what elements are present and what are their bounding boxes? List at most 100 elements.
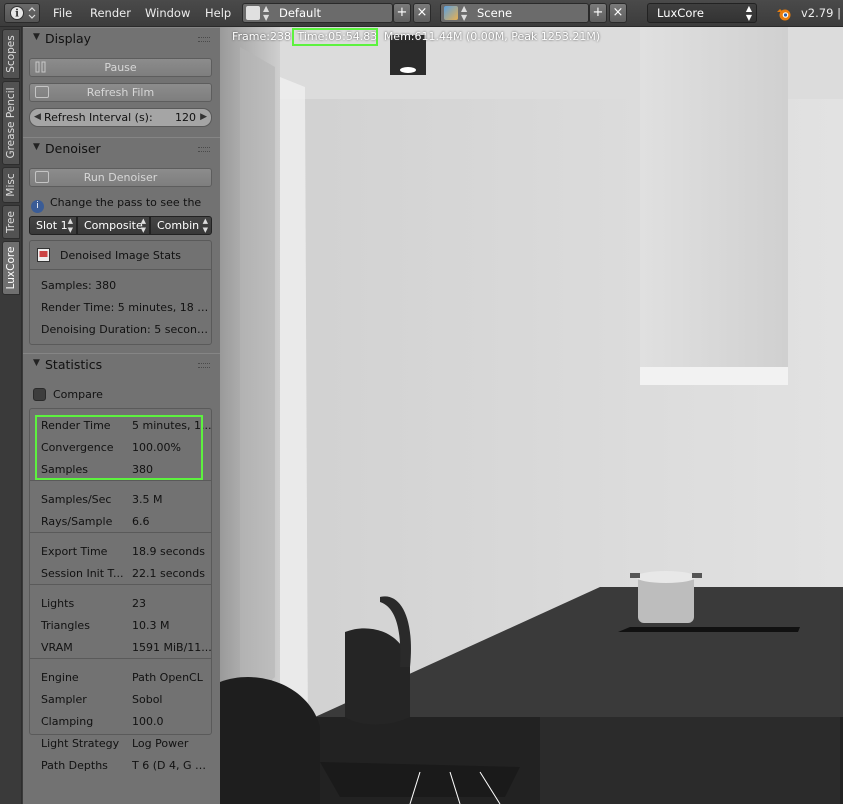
button-label: Run Denoiser <box>83 171 158 184</box>
denoiser-panel-header[interactable]: ▼ Denoiser <box>23 137 220 159</box>
denoised-samples: Samples: 380 <box>41 279 117 292</box>
layout-icon <box>246 6 260 20</box>
menu-help[interactable]: Help <box>205 3 231 23</box>
stat-label: Path Depths <box>41 759 108 772</box>
render-engine-value[interactable]: LuxCore <box>657 6 704 20</box>
divider <box>30 532 211 533</box>
decrement-arrow-icon[interactable]: ◀ <box>34 109 41 126</box>
chevron-updown-icon: ▲ ▼ <box>67 217 73 234</box>
tab-misc[interactable]: Misc <box>2 167 20 203</box>
divider <box>30 269 211 270</box>
selector-value: Combin <box>157 219 200 232</box>
stat-value: 100.0 <box>132 715 164 728</box>
svg-text:i: i <box>15 9 19 20</box>
stat-label: Clamping <box>41 715 94 728</box>
add-scene-button[interactable]: + <box>589 3 607 23</box>
stat-label: Sampler <box>41 693 87 706</box>
stat-value: 18.9 seconds <box>132 545 205 558</box>
collapse-triangle-icon: ▼ <box>33 32 40 42</box>
render-image <box>220 27 843 804</box>
selector-value: Composite <box>84 219 143 232</box>
stat-value: 10.3 M <box>132 619 170 632</box>
stat-value: Log Power <box>132 737 189 750</box>
refresh-interval-field[interactable]: ◀ Refresh Interval (s): 120 ▶ <box>29 108 212 127</box>
display-panel-header[interactable]: ▼ Display <box>23 27 220 49</box>
menu-file[interactable]: File <box>53 3 72 23</box>
tab-label: Scopes <box>5 35 17 73</box>
field-value: 120 <box>175 111 196 124</box>
tab-luxcore[interactable]: LuxCore <box>2 241 20 295</box>
menu-window[interactable]: Window <box>145 3 190 23</box>
collapse-triangle-icon: ▼ <box>33 142 40 152</box>
statistics-panel-header[interactable]: ▼ Statistics <box>23 353 220 375</box>
render-viewport[interactable]: Frame:238 Time:05:54.83 Mem:611.44M (0.0… <box>220 27 843 804</box>
stat-value: T 6 (D 4, G 4... <box>132 759 212 772</box>
chevron-updown-icon: ▲ ▼ <box>461 4 468 22</box>
menu-render[interactable]: Render <box>90 3 131 23</box>
pass-selector[interactable]: Composite ▲ ▼ <box>77 216 150 235</box>
refresh-film-button[interactable]: Refresh Film <box>29 83 212 102</box>
divider <box>30 658 211 659</box>
stat-label: VRAM <box>41 641 73 654</box>
scene-selector[interactable]: ▲ ▼ Scene <box>440 3 589 23</box>
pause-icon <box>35 61 47 73</box>
tool-tabs: Scopes Grease Pencil Misc Tree LuxCore <box>0 27 22 804</box>
layout-name[interactable]: Default <box>279 6 321 20</box>
stat-label: Engine <box>41 671 79 684</box>
tab-label: LuxCore <box>5 246 17 290</box>
panel-title: Display <box>45 31 92 46</box>
compare-checkbox[interactable] <box>33 388 46 401</box>
stat-value: Sobol <box>132 693 163 706</box>
pause-button[interactable]: Pause <box>29 58 212 77</box>
render-info-overlay: Frame:238 Time:05:54.83 Mem:611.44M (0.0… <box>232 30 603 43</box>
highlight-box <box>35 415 203 480</box>
layout-selector[interactable]: ▲ ▼ Default <box>242 3 393 23</box>
tab-grease-pencil[interactable]: Grease Pencil <box>2 81 20 165</box>
slot-selector[interactable]: Slot 1 ▲ ▼ <box>29 216 77 235</box>
chevron-updown-icon: ▲ ▼ <box>202 217 208 234</box>
button-label: Refresh Film <box>86 86 155 99</box>
info-icon: i <box>31 200 44 213</box>
drag-grip-icon[interactable] <box>198 37 210 42</box>
divider <box>30 480 211 481</box>
stat-label: Lights <box>41 597 75 610</box>
denoising-duration: Denoising Duration: 5 seconds <box>41 323 209 336</box>
frame-counter: Frame:238 <box>232 30 291 43</box>
increment-arrow-icon[interactable]: ▶ <box>200 109 207 126</box>
combine-selector[interactable]: Combin ▲ ▼ <box>150 216 212 235</box>
highlight-box <box>292 28 378 46</box>
add-layout-button[interactable]: + <box>393 3 411 23</box>
denoised-stats-box: Denoised Image Stats Samples: 380 Render… <box>29 240 212 345</box>
panel-title: Denoiser <box>45 141 101 156</box>
panel-title: Statistics <box>45 357 103 372</box>
denoised-stats-title: Denoised Image Stats <box>60 249 181 262</box>
editor-type-button[interactable]: i <box>4 3 40 23</box>
denoiser-pass-selectors: Slot 1 ▲ ▼ Composite ▲ ▼ Combin ▲ ▼ <box>29 216 212 235</box>
selector-value: Slot 1 <box>36 219 68 232</box>
tab-scopes[interactable]: Scopes <box>2 29 20 79</box>
button-label: Pause <box>104 61 137 74</box>
stat-value: 1591 MiB/11... <box>132 641 212 654</box>
version-label: v2.79 | V <box>801 6 841 40</box>
field-label: Refresh Interval (s): <box>44 111 153 124</box>
scene-icon <box>444 6 458 20</box>
stat-value: 23 <box>132 597 146 610</box>
tab-label: Grease Pencil <box>5 87 17 159</box>
run-denoiser-button[interactable]: Run Denoiser <box>29 168 212 187</box>
close-scene-button[interactable]: × <box>609 3 627 23</box>
scene-name[interactable]: Scene <box>477 6 512 20</box>
stat-value: 6.6 <box>132 515 150 528</box>
drag-grip-icon[interactable] <box>198 363 210 368</box>
collapse-triangle-icon: ▼ <box>33 358 40 368</box>
drag-grip-icon[interactable] <box>198 147 210 152</box>
tab-tree[interactable]: Tree <box>2 205 20 239</box>
memory-readout: Mem:611.44M (0.00M, Peak 1253.21M) <box>383 30 601 43</box>
close-layout-button[interactable]: × <box>413 3 431 23</box>
stat-label: Rays/Sample <box>41 515 113 528</box>
stat-value: 22.1 seconds <box>132 567 205 580</box>
render-engine-selector[interactable]: LuxCore ▲ ▼ <box>647 3 757 23</box>
stat-value: Path OpenCL <box>132 671 203 684</box>
chevron-updown-icon: ▲ ▼ <box>263 4 270 22</box>
tab-label: Misc <box>5 173 17 197</box>
refresh-icon <box>35 86 49 98</box>
